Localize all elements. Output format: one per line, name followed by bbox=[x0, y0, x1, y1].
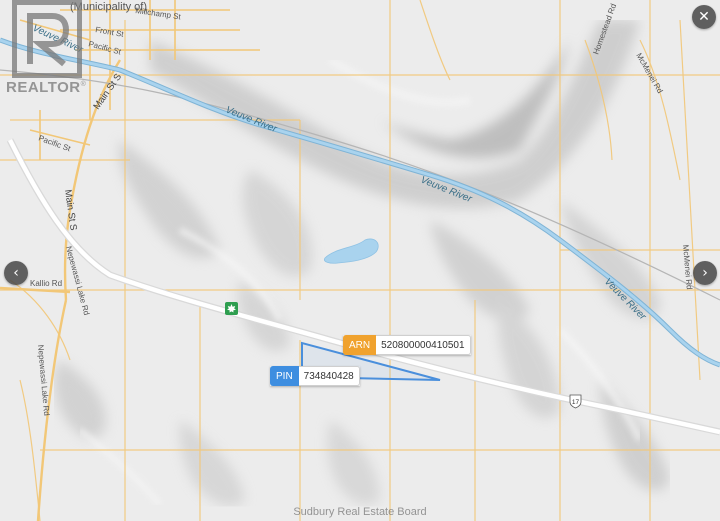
highway-shield: 17 bbox=[569, 394, 582, 409]
maple-leaf-icon[interactable] bbox=[225, 302, 238, 315]
arn-tag[interactable]: ARN 520800000410501 bbox=[343, 335, 471, 355]
next-image-button[interactable]: › bbox=[693, 261, 717, 285]
close-icon: ✕ bbox=[698, 9, 710, 25]
chevron-right-icon: › bbox=[702, 265, 708, 281]
highway-shield-label: 17 bbox=[572, 399, 580, 406]
map-canvas[interactable]: 17 (Municipality of) Millchamp St Front … bbox=[0, 0, 720, 521]
close-button[interactable]: ✕ bbox=[692, 5, 716, 29]
arn-value: 520800000410501 bbox=[376, 335, 471, 355]
arn-badge: ARN bbox=[343, 335, 377, 355]
realtor-logo: REALTOR® bbox=[6, 0, 88, 98]
realtor-mark-icon bbox=[12, 0, 82, 78]
pin-badge: PIN bbox=[270, 366, 299, 386]
chevron-left-icon: ‹ bbox=[13, 265, 19, 281]
map-viewer[interactable]: 17 (Municipality of) Millchamp St Front … bbox=[0, 0, 720, 521]
previous-image-button[interactable]: ‹ bbox=[4, 261, 28, 285]
pin-value: 734840428 bbox=[298, 366, 360, 386]
board-credit: Sudbury Real Estate Board bbox=[293, 506, 427, 518]
street-label-kallio: Kallio Rd bbox=[30, 279, 62, 288]
pin-tag[interactable]: PIN 734840428 bbox=[270, 366, 360, 386]
realtor-wordmark: REALTOR® bbox=[6, 79, 87, 96]
